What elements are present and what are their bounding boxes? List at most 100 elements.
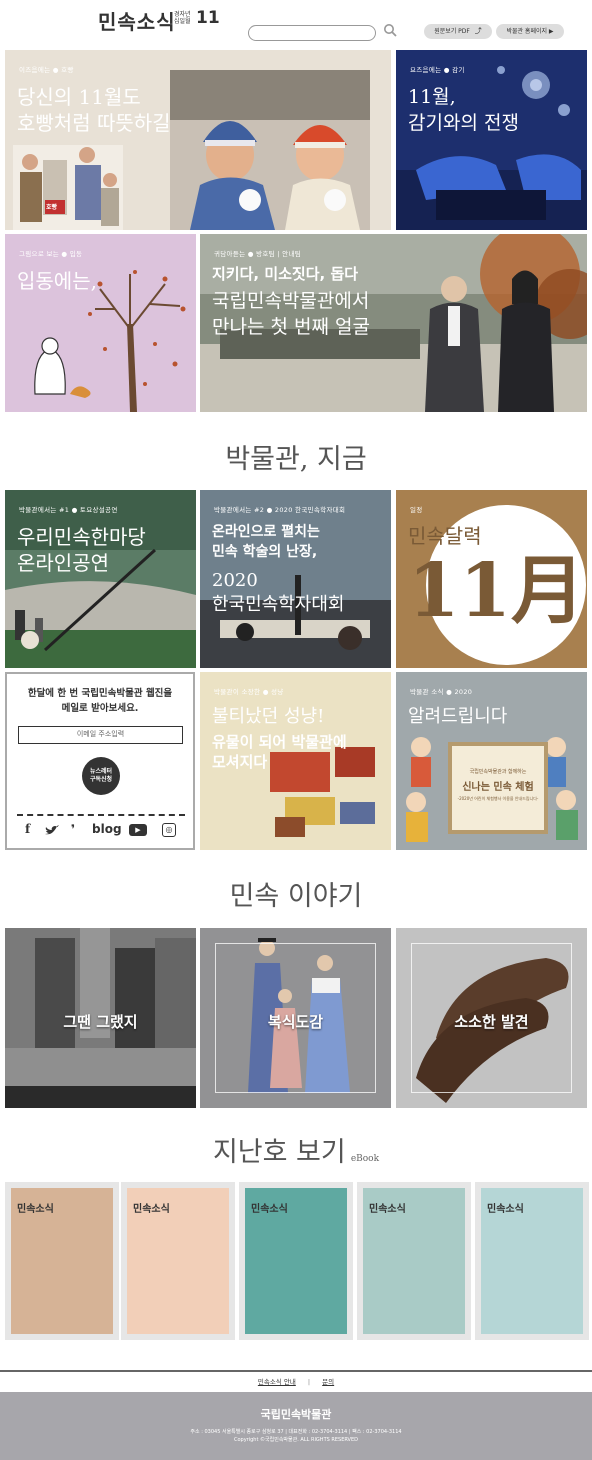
feature-staff[interactable]: 귀담아듣는 ● 방호팀 | 안내팀 지키다, 미소짓다, 돕다 국립민속박물관에… <box>200 234 587 412</box>
hoppang-photo <box>5 50 391 230</box>
calendar-month: 11月 <box>408 548 585 634</box>
footer-org-name: 국립민속박물관 <box>260 1408 332 1421</box>
archive-title: 지난호 보기 <box>212 1137 346 1168</box>
facebook-icon[interactable]: f <box>25 822 30 836</box>
feature-tag: 이즈음에는 ● 호빵 <box>19 66 74 74</box>
ebook-cover[interactable]: 민속소식 <box>475 1182 589 1340</box>
section-title-story: 민속 이야기 <box>229 881 363 912</box>
footer-link-separator: | <box>307 1378 311 1386</box>
now-tag: 박물관에서는 #1 ● 토요상설공연 <box>19 506 118 514</box>
now-tag: 박물관에서는 #2 ● 2020 한국민속학자대회 <box>214 506 346 514</box>
ebook-cover[interactable]: 민속소식 <box>357 1182 471 1340</box>
feature-title-line1: 11월, <box>408 86 456 108</box>
now-tile-notice[interactable]: 박물관 소식 ● 2020 알려드립니다 국립민속박물관과 함께하는 신나는 민… <box>396 672 587 850</box>
newsletter-text-line2: 메일로 받아보세요. <box>61 703 139 714</box>
now-title-line2: 한국민속학자대회 <box>212 594 345 615</box>
now-title-line1: 2020 <box>212 570 258 591</box>
blog-icon[interactable]: blog <box>92 822 122 836</box>
pdf-button-label: 원문보기 PDF <box>434 28 470 35</box>
now-title-line2: 유물이 되어 박물관에 <box>212 733 347 751</box>
story-tile-discovery[interactable]: 소소한 발견 <box>396 928 587 1108</box>
ebook-title: 민속소식 <box>17 1204 54 1215</box>
feature-subtitle: 지키다, 미소짓다, 돕다 <box>212 265 359 283</box>
now-title-line1: 민속달력 <box>408 524 482 548</box>
footer-links: 민속소식 안내 | 문의 <box>0 1376 592 1386</box>
story-tile-costume[interactable]: 복식도감 <box>200 928 391 1108</box>
virus-photo <box>396 50 587 230</box>
now-title-line3: 모셔지다 <box>212 753 268 771</box>
now-tag: 박물관이 소장한 ● 성냥 <box>214 688 284 696</box>
site-logo[interactable]: 민속소식 <box>98 6 176 35</box>
now-subtitle-line1: 온라인으로 펼치는 <box>212 524 320 540</box>
now-tile-matches[interactable]: 박물관이 소장한 ● 성냥 불티났던 성냥! 유물이 되어 박물관에 모셔지다 <box>200 672 391 850</box>
ebook-cover[interactable]: 민속소식 <box>239 1182 353 1340</box>
scroll-big: 신나는 민속 체험 <box>462 782 534 793</box>
footer-copyright: Copyright ©국립민속박물관. ALL RIGHTS RESERVED <box>234 1437 358 1443</box>
issue-month: 십일월 <box>174 18 191 25</box>
now-subtitle-line2: 민속 학술의 난장, <box>212 544 318 560</box>
feature-title-line1: 국립민속박물관에서 <box>212 290 370 312</box>
pdf-icon: ⤴ <box>474 27 482 35</box>
pdf-button[interactable]: 원문보기 PDF ⤴ <box>424 24 492 39</box>
story-label: 복식도감 <box>267 1013 324 1031</box>
now-tile-conference[interactable]: 박물관에서는 #2 ● 2020 한국민속학자대회 온라인으로 펼치는 민속 학… <box>200 490 391 668</box>
now-tag: 박물관 소식 ● 2020 <box>410 688 473 696</box>
homepage-button[interactable]: 박물관 홈페이지 ▶ <box>496 24 564 39</box>
subscribe-line1: 뉴스레터 <box>89 768 113 775</box>
now-title-line1: 알려드립니다 <box>408 706 508 727</box>
feature-tag: 그림으로 보는 ● 입동 <box>19 250 83 258</box>
notice-illustration <box>396 672 587 850</box>
twitter-icon[interactable] <box>45 824 59 836</box>
subscribe-line2: 구독신청 <box>89 776 113 783</box>
scroll-small: 국립민속박물관과 함께하는 <box>469 769 527 775</box>
archive-suffix: eBook <box>350 1154 380 1164</box>
youtube-icon[interactable]: ▶ <box>129 824 147 836</box>
ipdong-illustration <box>5 234 196 412</box>
ebook-cover[interactable]: 민속소식 <box>121 1182 235 1340</box>
story-label: 그땐 그랬지 <box>63 1013 138 1031</box>
footer-link-contact[interactable]: 문의 <box>322 1378 334 1386</box>
scroll-note: -2020년 어린이 체험행사 이용을 안내드립니다- <box>457 796 539 801</box>
section-title-archive: 지난호 보기 eBook <box>0 1130 592 1169</box>
now-tile-calendar[interactable]: 일정 민속달력 11月 <box>396 490 587 668</box>
search-icon[interactable] <box>383 23 397 37</box>
newsletter-box: 한달에 한 번 국립민속박물관 웹진을 메일로 받아보세요. 이메일 주소입력 … <box>5 672 195 850</box>
feature-tag: 요즈음에는 ● 감기 <box>410 66 465 74</box>
ebook-title: 민속소식 <box>369 1204 406 1215</box>
feature-title-line1: 입동에는, <box>17 269 97 293</box>
now-title-line2: 온라인공연 <box>17 551 109 575</box>
feature-ipdong[interactable]: 그림으로 보는 ● 입동 입동에는, <box>5 234 196 412</box>
instagram-icon[interactable]: ◎ <box>162 823 176 837</box>
footer-address: 주소 : 03045 서울특별시 종로구 삼청로 37 | 대표전화 : 02-… <box>190 1429 402 1435</box>
ebook-title: 민속소식 <box>251 1204 288 1215</box>
issue-label: 경자년 십일월 <box>174 11 196 25</box>
footer-address-block: 주소 : 03045 서울특별시 종로구 삼청로 37 | 대표전화 : 02-… <box>0 1428 592 1444</box>
section-title-now: 박물관, 지금 <box>225 444 367 475</box>
feature-title-line2: 만나는 첫 번째 얼굴 <box>212 316 370 338</box>
divider <box>17 814 185 816</box>
kakao-icon[interactable]: ❜ <box>71 822 75 836</box>
feature-hoppang[interactable]: 이즈음에는 ● 호빵 당신의 11월도 호빵처럼 따뜻하길 호빵 <box>5 50 391 230</box>
ebook-title: 민속소식 <box>487 1204 524 1215</box>
footer: 국립민속박물관 주소 : 03045 서울특별시 종로구 삼청로 37 | 대표… <box>0 1392 592 1460</box>
now-title-line1: 불티났던 성냥! <box>212 706 325 727</box>
ebook-cover[interactable]: 민속소식 <box>5 1182 119 1340</box>
footer-divider <box>0 1370 592 1372</box>
feature-tag: 귀담아듣는 ● 방호팀 | 안내팀 <box>214 250 302 258</box>
feature-title-line1: 당신의 11월도 <box>17 85 141 109</box>
issue-year: 경자년 <box>174 11 191 18</box>
ebook-title: 민속소식 <box>133 1204 170 1215</box>
subscribe-button[interactable]: 뉴스레터 구독신청 <box>82 757 120 795</box>
performance-photo <box>5 490 196 668</box>
now-title-line1: 우리민속한마당 <box>17 525 146 549</box>
email-input[interactable]: 이메일 주소입력 <box>18 726 183 744</box>
footer-link-about[interactable]: 민속소식 안내 <box>258 1378 296 1386</box>
hoppang-badge: 호빵 <box>46 204 58 211</box>
issue-number: 11 <box>196 8 220 28</box>
search-input[interactable] <box>248 25 376 41</box>
story-tile-back-then[interactable]: 그땐 그랬지 <box>5 928 196 1108</box>
feature-cold[interactable]: 요즈음에는 ● 감기 11월, 감기와의 전쟁 <box>396 50 587 230</box>
now-tag: 일정 <box>410 506 423 514</box>
story-label: 소소한 발견 <box>454 1013 529 1031</box>
now-tile-performance[interactable]: 박물관에서는 #1 ● 토요상설공연 우리민속한마당 온라인공연 <box>5 490 196 668</box>
